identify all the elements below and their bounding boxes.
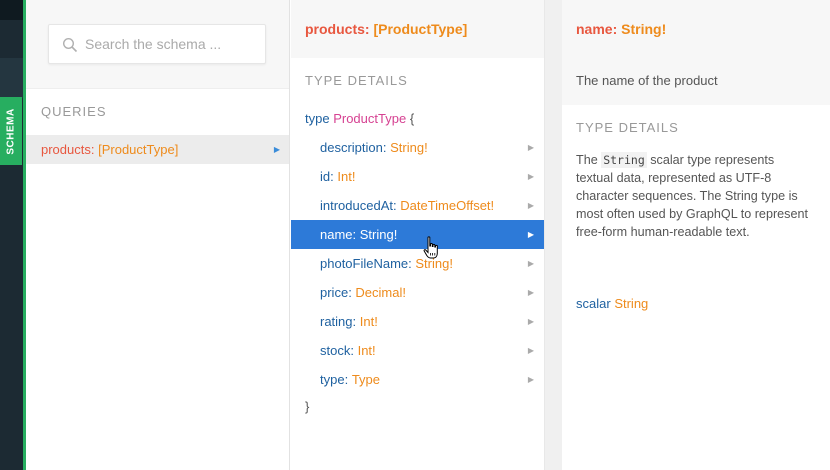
type-definition-open: type ProductType { — [305, 111, 414, 126]
field-colon: : — [344, 372, 352, 387]
field-name: type — [320, 372, 345, 387]
field-row-rating[interactable]: rating: Int! ▶ — [291, 307, 544, 336]
field-row-description[interactable]: description: String! ▶ — [291, 133, 544, 162]
chevron-right-icon: ▶ — [527, 259, 534, 268]
chevron-right-icon: ▶ — [273, 145, 280, 154]
chevron-right-icon: ▶ — [527, 346, 534, 355]
header-field-name: name — [576, 21, 613, 37]
field-name: price — [320, 285, 349, 300]
search-input[interactable] — [85, 34, 257, 54]
type-keyword: type — [305, 111, 330, 126]
chevron-right-icon: ▶ — [527, 230, 534, 239]
field-type[interactable]: Int! — [360, 314, 378, 329]
scalar-definition: scalar String — [576, 296, 648, 311]
header-colon: : — [612, 21, 622, 37]
field-colon: : — [382, 140, 391, 155]
field-type[interactable]: Int! — [358, 343, 376, 358]
chevron-right-icon: ▶ — [527, 172, 534, 181]
search-area — [26, 0, 289, 89]
inline-code: String — [601, 152, 647, 168]
chevron-right-icon: ▶ — [527, 143, 534, 152]
chevron-right-icon: ▶ — [527, 201, 534, 210]
column-divider — [545, 0, 562, 470]
field-type[interactable]: Type — [352, 372, 380, 387]
field-type[interactable]: Decimal! — [355, 285, 406, 300]
field-name: id — [320, 169, 331, 184]
field-details-column: name: String! The name of the product TY… — [562, 0, 830, 470]
field-type[interactable]: String! — [390, 140, 428, 155]
field-colon: : — [330, 169, 338, 184]
field-colon: : — [348, 285, 356, 300]
field-name: name — [320, 227, 353, 242]
field-name: stock — [320, 343, 351, 358]
header-field-type[interactable]: String! — [621, 21, 666, 37]
type-name: ProductType — [333, 111, 407, 126]
query-name: products — [41, 142, 91, 157]
field-colon: : — [408, 256, 416, 271]
query-type[interactable]: [ProductType] — [98, 142, 178, 157]
chevron-right-icon: ▶ — [527, 288, 534, 297]
app-left-strip: SCHEMA — [0, 0, 23, 470]
field-name: introducedAt — [320, 198, 393, 213]
header-field-type[interactable]: [ProductType] — [373, 21, 467, 37]
query-item-products[interactable]: products: [ProductType] ▶ — [26, 135, 289, 164]
type-details-column: products: [ProductType] TYPE DETAILS typ… — [291, 0, 545, 470]
field-row-id[interactable]: id: Int! ▶ — [291, 162, 544, 191]
close-brace: } — [305, 399, 310, 414]
hand-cursor-icon — [423, 236, 438, 259]
field-type[interactable]: String! — [360, 227, 398, 242]
schema-root-column: QUERIES products: [ProductType] ▶ — [26, 0, 290, 470]
schema-tab-label: SCHEMA — [5, 107, 17, 155]
field-row-name[interactable]: name: String! ▶ — [291, 220, 544, 249]
type-description: The String scalar type represents textua… — [576, 151, 812, 241]
field-colon: : — [352, 227, 360, 242]
field-row-stock[interactable]: stock: Int! ▶ — [291, 336, 544, 365]
field-description: The name of the product — [562, 58, 830, 105]
type-details-heading: TYPE DETAILS — [576, 120, 679, 135]
strip-band — [0, 0, 23, 20]
strip-band — [0, 58, 23, 98]
search-box[interactable] — [48, 24, 266, 64]
header-field-name: products — [305, 21, 365, 37]
scalar-name: String — [614, 296, 649, 311]
field-type[interactable]: Int! — [337, 169, 355, 184]
chevron-right-icon: ▶ — [527, 317, 534, 326]
field-name: rating — [320, 314, 353, 329]
field-colon: : — [393, 198, 401, 213]
field-name: description — [320, 140, 383, 155]
field-type[interactable]: DateTimeOffset! — [400, 198, 494, 213]
field-name: photoFileName — [320, 256, 409, 271]
type-panel-header: products: [ProductType] — [291, 0, 544, 58]
field-row-price[interactable]: price: Decimal! ▶ — [291, 278, 544, 307]
queries-heading: QUERIES — [41, 104, 107, 119]
type-details-heading: TYPE DETAILS — [305, 73, 408, 88]
field-colon: : — [350, 343, 358, 358]
scalar-keyword: scalar — [576, 296, 611, 311]
query-colon: : — [90, 142, 99, 157]
search-icon — [62, 37, 78, 53]
field-row-type[interactable]: type: Type ▶ — [291, 365, 544, 394]
chevron-right-icon: ▶ — [527, 375, 534, 384]
field-row-photoFileName[interactable]: photoFileName: String! ▶ — [291, 249, 544, 278]
schema-tab[interactable]: SCHEMA — [0, 97, 22, 165]
field-row-introducedAt[interactable]: introducedAt: DateTimeOffset! ▶ — [291, 191, 544, 220]
field-colon: : — [352, 314, 360, 329]
field-panel-header: name: String! — [562, 0, 830, 58]
The-text: The — [576, 153, 602, 167]
open-brace: { — [409, 111, 415, 126]
header-colon: : — [364, 21, 374, 37]
